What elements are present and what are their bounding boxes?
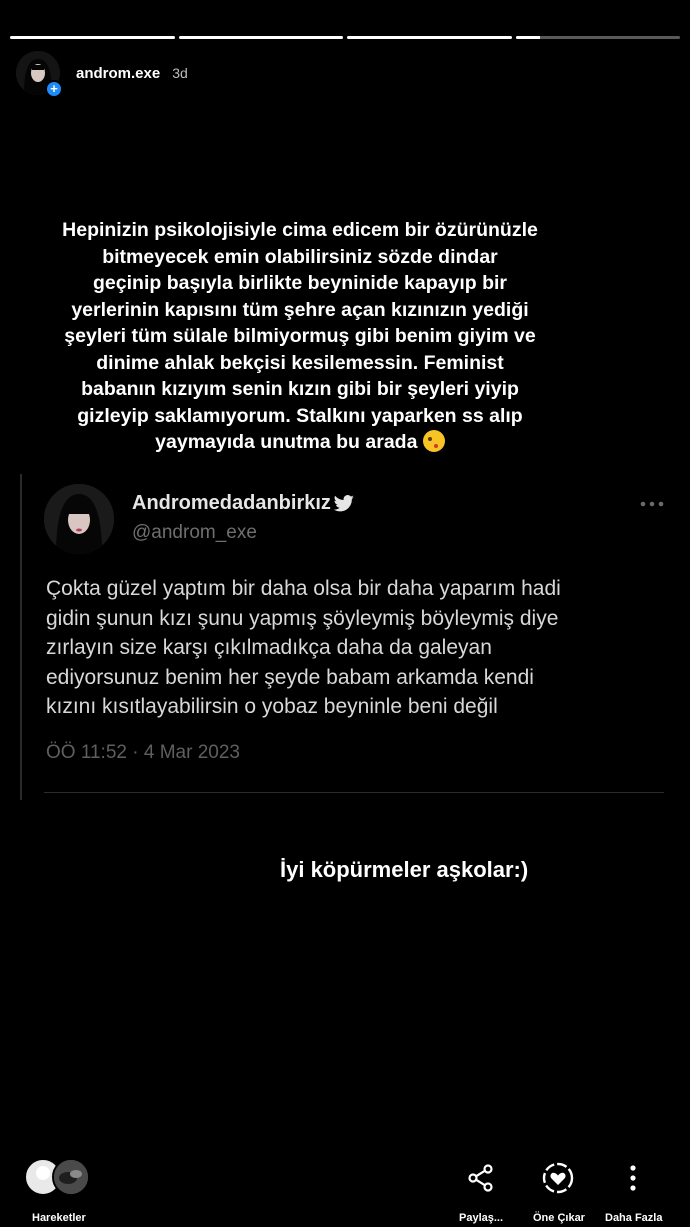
tweet-body-line: gidin şunun kızı şunu yapmış şöyleymiş b… — [46, 606, 559, 630]
add-story-icon[interactable]: + — [45, 80, 63, 98]
more-button[interactable] — [613, 1158, 653, 1198]
tweet-body-line: kızını kısıtlayabilirsin o yobaz beyninl… — [46, 695, 498, 718]
story-time: 3d — [172, 65, 188, 81]
story-text: Hepinizin psikolojisiyle cima edicem bir… — [30, 217, 570, 456]
activity-label[interactable]: Hareketler — [32, 1212, 86, 1224]
more-dots-icon — [640, 494, 664, 512]
tweet-body-line: ediyorsunuz benim her şeyde babam arkamd… — [46, 665, 534, 689]
story-bottom-bar: Hareketler Paylaş... Öne Çıkar Daha Fazl… — [0, 1150, 690, 1227]
story-text-line: gizleyip saklamıyorum. Stalkını yaparken… — [77, 404, 523, 427]
tweet-timestamp: ÖÖ 11:52 · 4 Mar 2023 — [46, 742, 240, 763]
profile-avatar[interactable]: + — [16, 51, 63, 98]
username[interactable]: androm.exe — [76, 65, 160, 82]
story-progress — [10, 36, 680, 39]
highlight-label[interactable]: Öne Çıkar — [533, 1212, 585, 1224]
story-text-line: şeyleri tüm sülale bilmiyormuş gibi beni… — [64, 325, 536, 347]
tweet-body-line: zırlayın size karşı çıkılmadıkça daha da… — [46, 636, 492, 659]
progress-segment-3 — [347, 36, 512, 39]
more-label[interactable]: Daha Fazla — [605, 1212, 662, 1224]
share-label[interactable]: Paylaş... — [459, 1212, 503, 1224]
progress-segment-2 — [178, 36, 343, 39]
story-text-line: geçinip başıyla birlikte beyninide kapay… — [93, 272, 507, 294]
story-text-line: dinime ahlak bekçisi kesilemessin. Femin… — [96, 351, 504, 374]
tweet-author-name-text: Andromedadanbirkız — [132, 492, 331, 514]
story-caption: İyi köpürmeler aşkolar:) — [280, 857, 529, 882]
tweet-body-line: Çokta güzel yaptım bir daha olsa bir dah… — [46, 577, 561, 600]
story-text-line: Hepinizin psikolojisiyle cima edicem bir… — [62, 219, 538, 241]
story-text-line: bitmeyecek emin olabilirsiniz sözde dind… — [102, 245, 498, 268]
tweet-author-name: Andromedadanbirkız — [132, 492, 355, 515]
story-text-line: babanın kızıyım senin kızın gibi bir şey… — [81, 378, 519, 400]
tweet-body: Çokta güzel yaptım bir daha olsa bir dah… — [46, 574, 666, 722]
story-text-line: yerlerinin kapısını tüm şehre açan kızın… — [71, 298, 529, 321]
tweet-avatar — [44, 484, 114, 554]
highlight-button[interactable] — [538, 1158, 578, 1198]
twitter-bird-icon — [333, 494, 354, 511]
share-button[interactable] — [461, 1158, 501, 1198]
story-text-line-last: yaymayıda unutma bu arada — [30, 429, 570, 456]
viewer-avatar — [52, 1158, 90, 1196]
progress-segment-4 — [515, 36, 680, 39]
tweet-divider — [44, 792, 664, 793]
highlight-heart-icon — [542, 1162, 574, 1194]
tweet-screenshot: Andromedadanbirkız @androm_exe Çokta güz… — [20, 474, 670, 800]
tweet-handle: @androm_exe — [132, 522, 257, 543]
kiss-emoji-icon — [422, 430, 445, 452]
story-header: + androm.exe 3d — [16, 50, 674, 98]
vertical-dots-icon — [630, 1165, 636, 1191]
progress-segment-1 — [10, 36, 175, 39]
story-text-line: yaymayıda unutma bu arada — [155, 431, 418, 453]
share-icon — [468, 1164, 493, 1192]
viewers-avatars[interactable] — [24, 1158, 94, 1198]
